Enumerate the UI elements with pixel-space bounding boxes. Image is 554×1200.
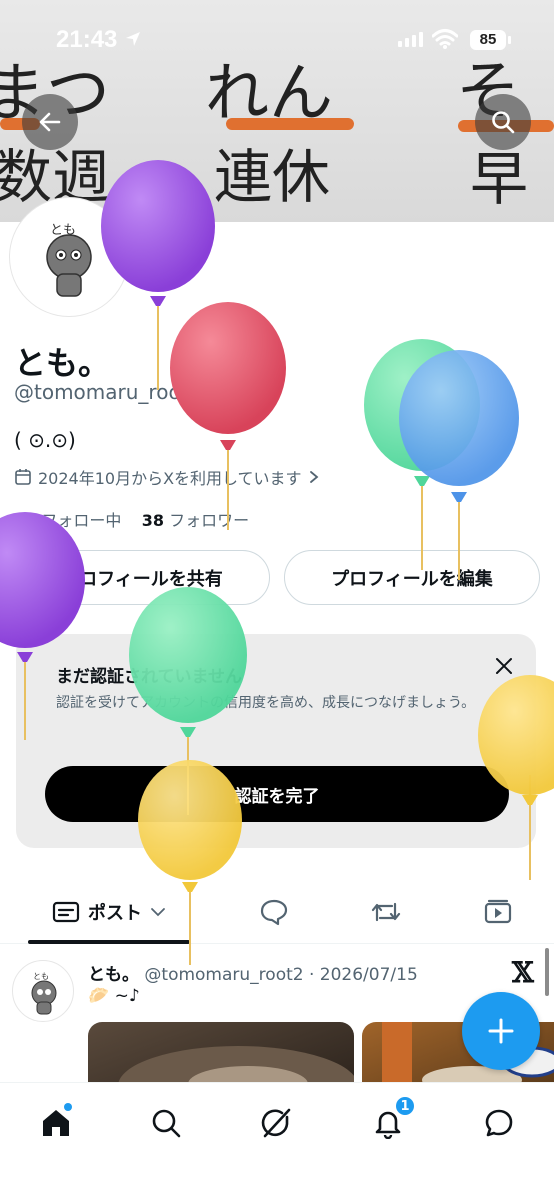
- calendar-icon: [15, 469, 31, 485]
- banner-text: 連休: [214, 143, 331, 211]
- reply-bubble-icon: [260, 899, 288, 926]
- tab-replies[interactable]: [244, 882, 304, 942]
- message-bubble-icon: [485, 1109, 513, 1137]
- verification-body: 認証を受けてアカウントの信用度を高め、成長につなげましょう。: [56, 695, 476, 711]
- nav-home[interactable]: [34, 1101, 78, 1145]
- profile-bio: ( ⊙.⊙): [14, 428, 76, 452]
- new-content-dot: [64, 1103, 72, 1111]
- nav-messages[interactable]: [477, 1101, 521, 1145]
- follow-stats: 40 フォロー中 38 フォロワー: [14, 507, 249, 531]
- post-meta: @tomomaru_root2 · 2026/07/15: [139, 965, 418, 985]
- post-text: 🥟 ~♪: [88, 986, 140, 1006]
- joined-date-text: 2024年10月からXを利用しています: [38, 469, 302, 488]
- scrollbar[interactable]: [545, 948, 549, 996]
- banner-brush-stroke: [226, 118, 354, 130]
- nav-search[interactable]: [144, 1101, 188, 1145]
- followers-label: フォロワー: [169, 511, 250, 530]
- post-author-name[interactable]: とも。: [88, 965, 139, 985]
- complete-verification-button[interactable]: 認証を完了: [45, 766, 509, 822]
- verification-card: まだ認証されていません 認証を受けてアカウントの信用度を高め、成長につなげましょ…: [16, 634, 536, 848]
- balloon-green: [364, 339, 480, 570]
- profile-tabs: ポスト: [0, 882, 554, 944]
- active-tab-indicator: [28, 940, 190, 944]
- status-bar: 21:43 85: [0, 0, 554, 80]
- close-icon[interactable]: [492, 654, 516, 678]
- followers-link[interactable]: 38 フォロワー: [142, 511, 249, 530]
- followers-count: 38: [141, 511, 164, 530]
- wifi-icon: [432, 29, 458, 49]
- search-button[interactable]: [475, 94, 531, 150]
- back-button[interactable]: [22, 94, 78, 150]
- tab-media[interactable]: [468, 882, 528, 942]
- following-link[interactable]: 40 フォロー中: [14, 511, 121, 530]
- bottom-navigation: 1: [0, 1082, 554, 1200]
- tab-posts[interactable]: ポスト: [28, 882, 190, 942]
- nav-notifications[interactable]: 1: [366, 1095, 416, 1145]
- tab-posts-label: ポスト: [88, 903, 142, 924]
- nav-grok[interactable]: [255, 1101, 299, 1145]
- cellular-signal-icon: [398, 32, 423, 47]
- status-time: 21:43: [56, 26, 118, 53]
- search-icon: [152, 1109, 181, 1138]
- back-arrow-icon: [39, 112, 61, 132]
- battery-indicator: 85: [470, 30, 511, 50]
- post-header: とも。 @tomomaru_root2 · 2026/07/15: [88, 960, 418, 985]
- plus-icon: [488, 1018, 514, 1044]
- avatar-drawing: とも: [46, 223, 92, 297]
- post-image[interactable]: [88, 1022, 354, 1086]
- tab-reposts[interactable]: [356, 882, 416, 942]
- repost-icon: [371, 902, 401, 922]
- food-photo: [118, 1046, 354, 1086]
- posts-icon: [52, 901, 80, 923]
- post-avatar[interactable]: とも: [12, 960, 74, 1022]
- chevron-down-icon: [151, 908, 165, 917]
- notification-badge: 1: [394, 1095, 416, 1117]
- compose-post-button[interactable]: [462, 992, 540, 1070]
- balloon-red: [170, 302, 286, 530]
- home-icon: [43, 1110, 69, 1136]
- edit-profile-button[interactable]: プロフィールを編集: [284, 550, 540, 605]
- x-logo-icon: 𝕏: [512, 956, 534, 989]
- profile-handle: @tomomaru_root2: [14, 380, 202, 404]
- svg-text:とも: とも: [33, 972, 49, 981]
- chevron-right-icon: [309, 471, 318, 483]
- profile-avatar[interactable]: とも: [10, 198, 128, 316]
- search-icon: [492, 111, 515, 134]
- location-arrow-icon: [126, 32, 140, 46]
- share-profile-button[interactable]: プロフィールを共有: [14, 550, 270, 605]
- following-label: フォロー中: [41, 511, 122, 530]
- grok-icon: [261, 1108, 291, 1138]
- joined-date[interactable]: 2024年10月からXを利用しています: [14, 465, 320, 489]
- following-count: 40: [14, 511, 37, 530]
- balloon-blue: [399, 350, 519, 580]
- verification-title: まだ認証されていません: [56, 667, 242, 687]
- profile-name: とも。: [14, 344, 111, 382]
- video-icon: [484, 899, 512, 924]
- avatar-drawing: とも: [31, 972, 57, 1015]
